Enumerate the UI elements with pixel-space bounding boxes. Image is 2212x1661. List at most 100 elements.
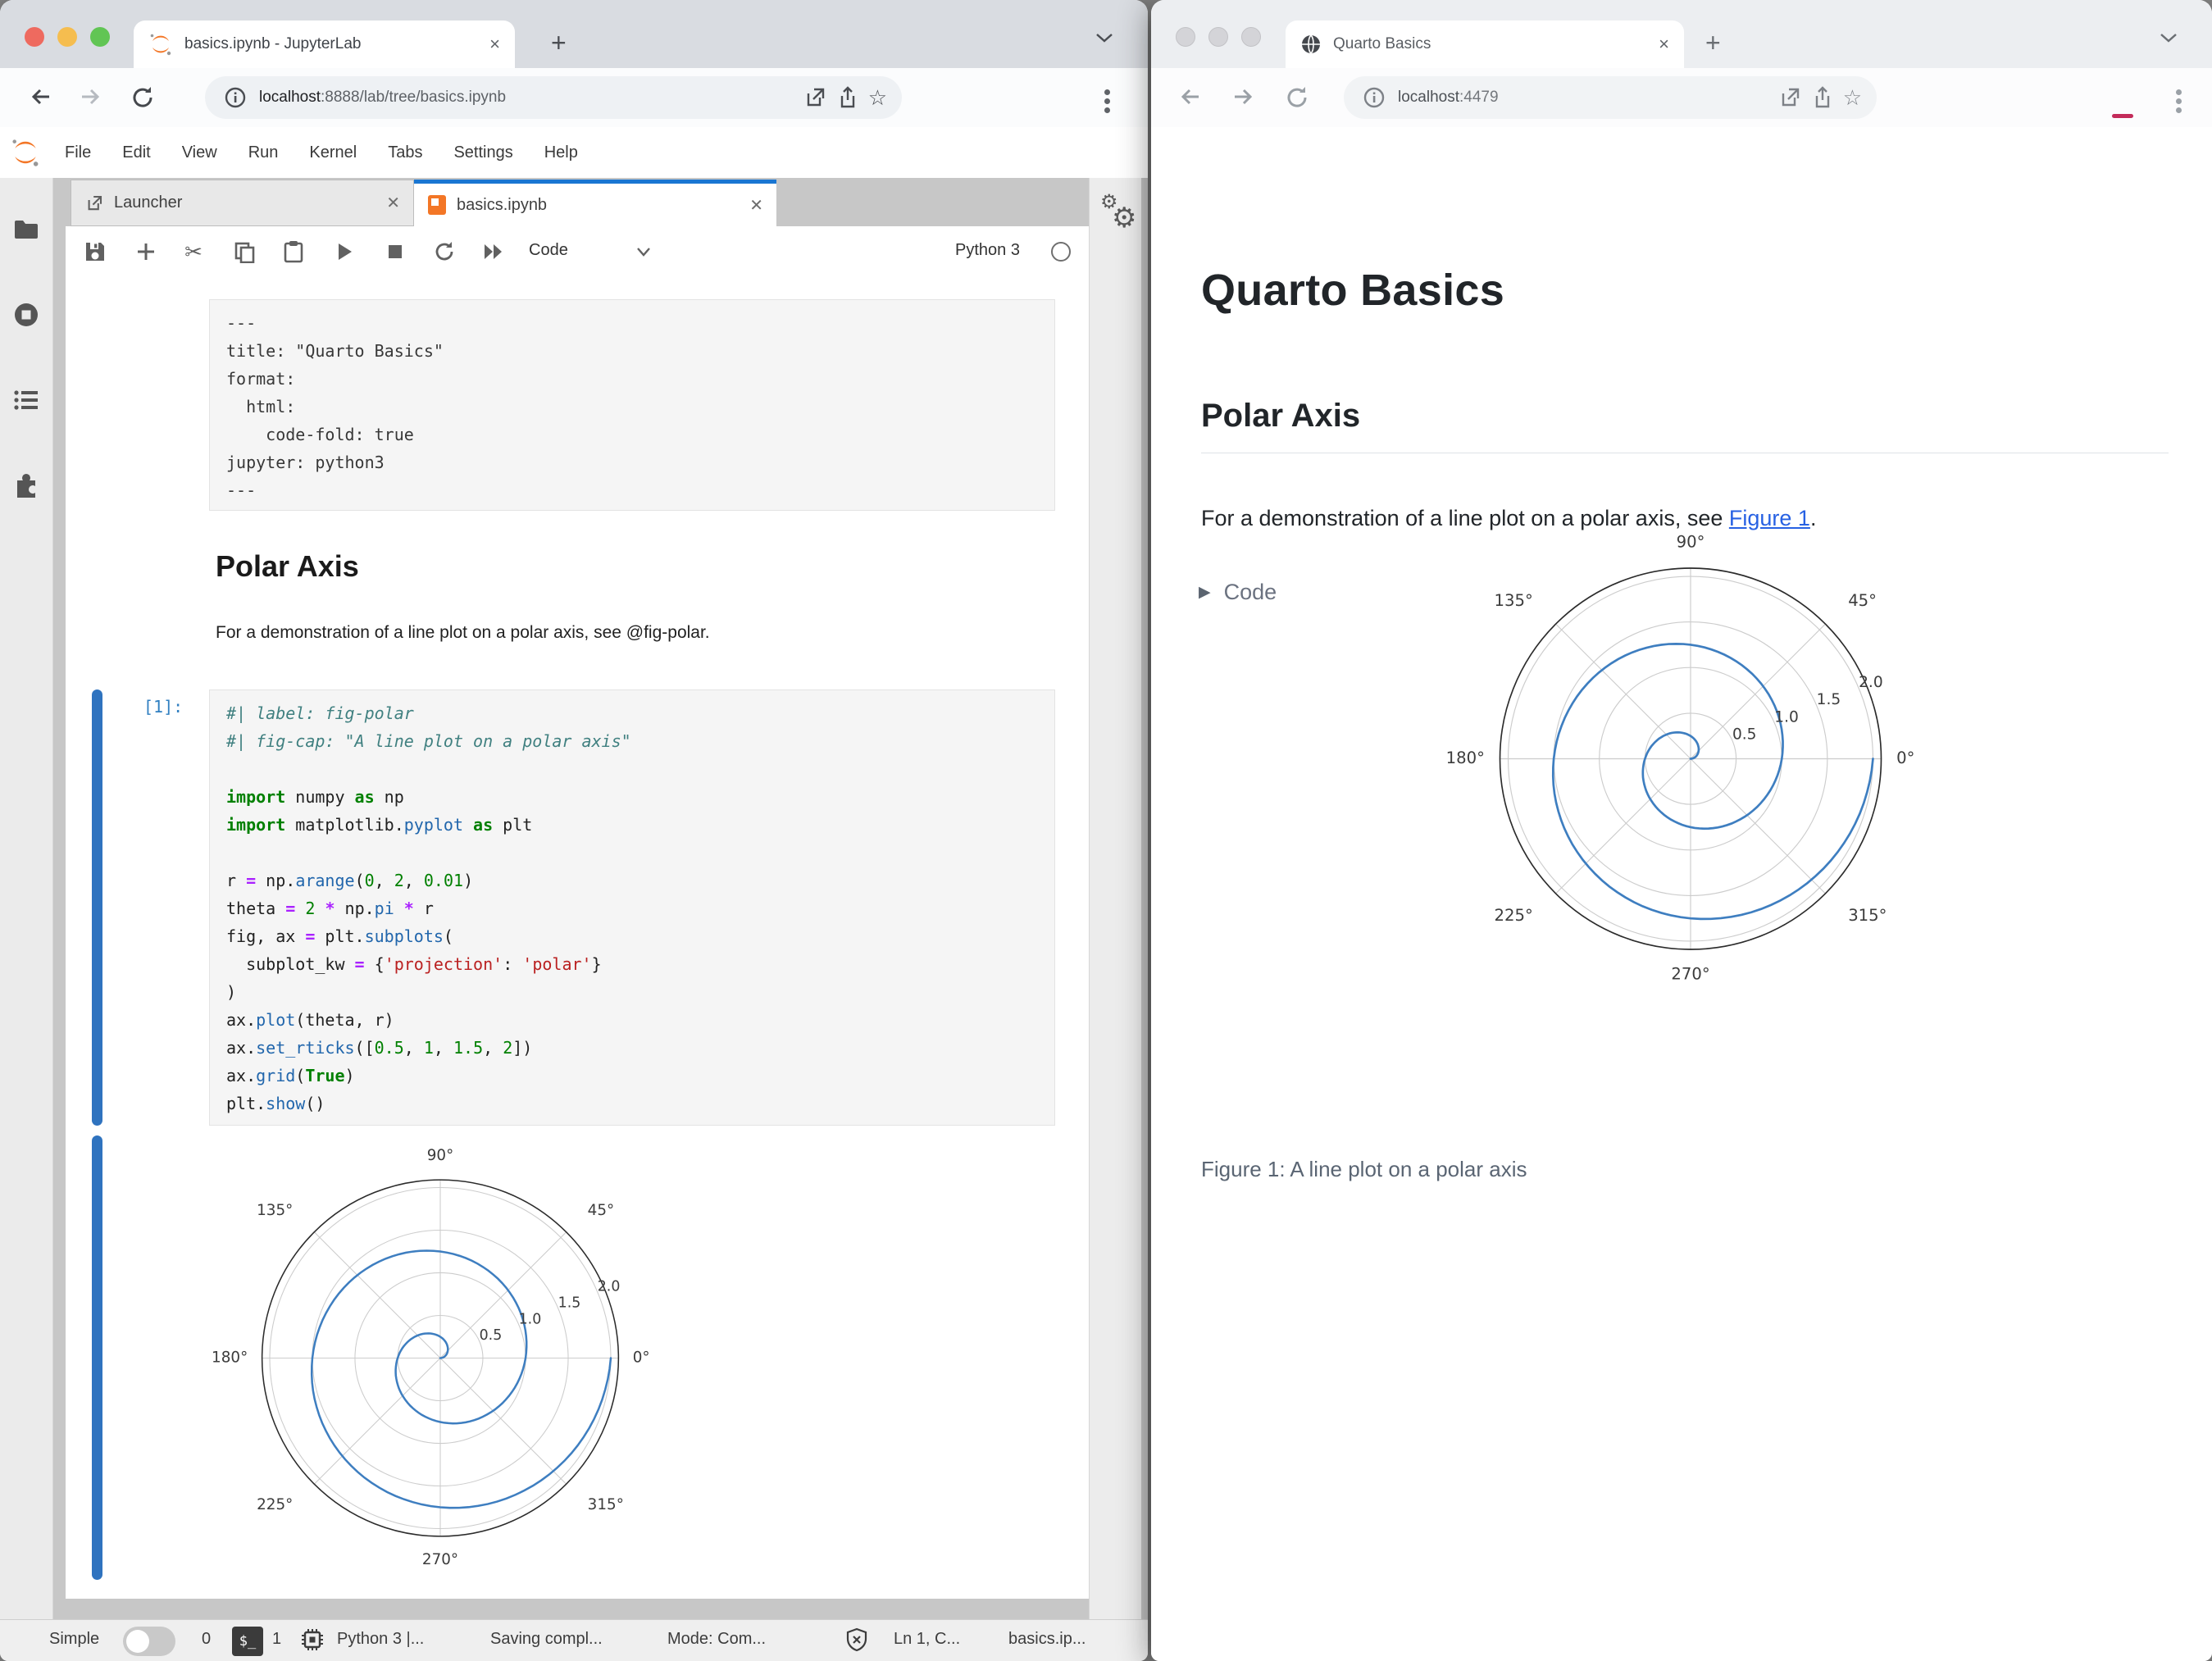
menu-item-tabs[interactable]: Tabs	[372, 143, 438, 162]
traffic-light-zoom-icon[interactable]	[1241, 27, 1261, 47]
window-scrollbar[interactable]	[1141, 178, 1148, 1619]
stop-kernel-icon[interactable]	[384, 240, 407, 263]
code-fold-label: Code	[1223, 580, 1277, 604]
running-kernels-icon[interactable]	[12, 301, 40, 329]
dock-tab-close-icon[interactable]: ✕	[386, 193, 400, 213]
tab-search-chevron-icon[interactable]	[1094, 31, 1115, 44]
site-info-icon[interactable]	[1362, 85, 1386, 110]
code-cell[interactable]: #| label: fig-polar #| fig-cap: "A line p…	[209, 689, 1055, 1126]
menu-item-settings[interactable]: Settings	[438, 143, 528, 162]
insert-cell-icon[interactable]	[134, 240, 157, 263]
notebook-toolbar: ✂ Code Python 3	[66, 226, 1089, 278]
svg-text:1.0: 1.0	[519, 1311, 542, 1327]
svg-text:225°: 225°	[257, 1496, 293, 1513]
forward-button-icon[interactable]	[77, 84, 103, 111]
new-tab-button[interactable]: +	[551, 30, 567, 56]
jupyter-logo-icon	[12, 139, 39, 166]
cut-cells-icon[interactable]: ✂	[182, 240, 205, 263]
browser-menu-icon[interactable]	[1104, 86, 1111, 116]
copy-cells-icon[interactable]	[233, 240, 256, 263]
kernel-chip-icon[interactable]	[300, 1627, 325, 1652]
trust-shield-icon[interactable]	[844, 1627, 869, 1652]
property-inspector-icon[interactable]: ⚙ ⚙	[1099, 190, 1141, 236]
cursor-position[interactable]: Ln 1, C...	[894, 1630, 960, 1649]
jupyterlab-statusbar: Simple 0 $_ 1 Python 3 |... Saving compl…	[0, 1619, 1148, 1661]
tab-search-chevron-icon[interactable]	[2158, 31, 2179, 44]
svg-text:180°: 180°	[212, 1349, 248, 1367]
menu-item-file[interactable]: File	[49, 143, 107, 162]
site-info-icon[interactable]	[223, 85, 248, 110]
cell-type-dropdown[interactable]: Code	[529, 241, 568, 260]
reload-button-icon[interactable]	[130, 84, 156, 111]
restart-run-all-icon[interactable]	[482, 240, 505, 263]
bookmark-star-icon[interactable]: ☆	[1843, 85, 1862, 111]
address-bar[interactable]: localhost:4479 ☆	[1344, 76, 1877, 119]
bookmark-star-icon[interactable]: ☆	[868, 85, 887, 111]
mode-status: Mode: Com...	[667, 1630, 767, 1648]
quarto-page: Quarto Basics Polar Axis For a demonstra…	[1151, 127, 2212, 1661]
traffic-light-minimize-icon[interactable]	[1208, 27, 1228, 47]
svg-text:1.5: 1.5	[558, 1295, 581, 1311]
svg-text:1.0: 1.0	[1774, 708, 1799, 726]
traffic-light-minimize-icon[interactable]	[57, 27, 77, 47]
section-heading: Polar Axis	[1201, 398, 2169, 453]
kernels-count[interactable]: 1	[272, 1630, 281, 1649]
traffic-light-close-icon[interactable]	[1176, 27, 1195, 47]
dock-tab-close-icon[interactable]: ✕	[749, 195, 763, 216]
menu-item-kernel[interactable]: Kernel	[294, 143, 372, 162]
back-button-icon[interactable]	[28, 84, 54, 111]
active-cell-output-bar[interactable]	[92, 1135, 102, 1580]
active-cell-input-bar[interactable]	[92, 689, 102, 1126]
kernel-status-text[interactable]: Python 3 |...	[337, 1630, 424, 1649]
browser-tab[interactable]: basics.ipynb - JupyterLab ×	[134, 20, 515, 68]
terminals-count[interactable]: 0	[202, 1630, 211, 1649]
browser-menu-icon[interactable]	[2176, 86, 2182, 116]
menu-item-view[interactable]: View	[166, 143, 233, 162]
execution-count: [1]:	[143, 697, 184, 717]
svg-text:315°: 315°	[588, 1496, 624, 1513]
table-of-contents-icon[interactable]	[12, 386, 40, 414]
file-browser-icon[interactable]	[12, 216, 40, 243]
save-icon[interactable]	[84, 240, 107, 263]
right-sidebar-strip	[1089, 178, 1142, 1619]
svg-text:45°: 45°	[588, 1202, 615, 1219]
simple-mode-toggle[interactable]	[123, 1627, 175, 1656]
run-cell-icon[interactable]	[333, 240, 356, 263]
terminal-icon[interactable]: $_	[232, 1627, 263, 1656]
address-bar[interactable]: localhost:8888/lab/tree/basics.ipynb ☆	[205, 76, 902, 119]
browser-toolbar: localhost:8888/lab/tree/basics.ipynb ☆	[0, 68, 1148, 128]
kernel-status-icon[interactable]	[1051, 242, 1071, 262]
menu-item-run[interactable]: Run	[233, 143, 294, 162]
restart-kernel-icon[interactable]	[433, 240, 456, 263]
forward-button-icon[interactable]	[1230, 84, 1256, 111]
kernel-name[interactable]: Python 3	[955, 241, 1020, 260]
yaml-frontmatter-cell[interactable]: --- title: "Quarto Basics" format: html: c…	[209, 299, 1055, 511]
svg-text:135°: 135°	[257, 1202, 293, 1219]
reload-button-icon[interactable]	[1284, 84, 1310, 111]
page-title: Quarto Basics	[1201, 266, 1505, 315]
share-icon[interactable]	[835, 85, 860, 110]
menu-item-edit[interactable]: Edit	[107, 143, 166, 162]
menu-item-help[interactable]: Help	[529, 143, 594, 162]
traffic-light-zoom-icon[interactable]	[90, 27, 110, 47]
traffic-light-close-icon[interactable]	[25, 27, 44, 47]
paste-cells-icon[interactable]	[282, 240, 305, 263]
jupyterlab-menubar: File Edit View Run Kernel Tabs Settings Help	[0, 127, 1148, 179]
dock-tab-notebook[interactable]: basics.ipynb ✕	[414, 180, 776, 226]
svg-text:315°: 315°	[1848, 906, 1887, 925]
share-icon[interactable]	[1810, 85, 1835, 110]
svg-text:1.5: 1.5	[1817, 691, 1841, 708]
cell-type-chevron-icon[interactable]	[635, 246, 652, 257]
browser-tab[interactable]: Quarto Basics ×	[1286, 20, 1684, 68]
dock-tab-launcher[interactable]: Launcher ✕	[71, 180, 414, 226]
update-indicator	[2112, 114, 2133, 118]
tab-close-icon[interactable]: ×	[489, 34, 500, 55]
back-button-icon[interactable]	[1177, 84, 1204, 111]
code-fold-toggle[interactable]: ▶ Code	[1199, 580, 1277, 605]
disclosure-triangle-icon: ▶	[1199, 584, 1211, 601]
extension-manager-icon[interactable]	[12, 471, 40, 499]
open-in-new-icon[interactable]	[1777, 85, 1802, 110]
new-tab-button[interactable]: +	[1705, 30, 1721, 56]
tab-close-icon[interactable]: ×	[1659, 34, 1669, 55]
open-in-new-icon[interactable]	[803, 85, 827, 110]
